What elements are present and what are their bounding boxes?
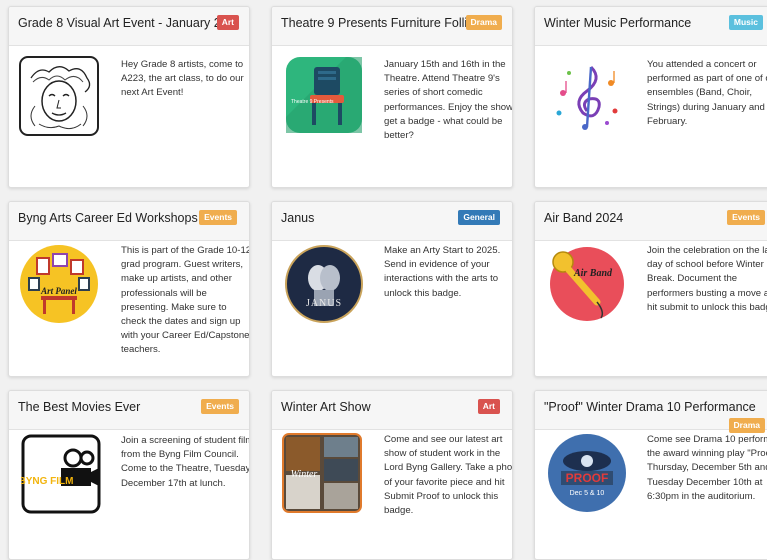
- card-header: Grade 8 Visual Art Event - January 23 Ar…: [9, 7, 249, 46]
- card-description: Hey Grade 8 artists, come to A223, the a…: [121, 59, 244, 99]
- card-description: Come and see our latest art show of stud…: [384, 434, 513, 517]
- card-description: Make an Arty Start to 2025. Send in evid…: [384, 245, 501, 299]
- microphone-icon: Air Band: [545, 242, 625, 322]
- card-description: Come see Drama 10 perform the award winn…: [647, 434, 767, 502]
- janus-statue-icon: JANUS: [284, 244, 364, 324]
- category-badge: Events: [199, 210, 237, 225]
- card-title: Byng Arts Career Ed Workshops: [18, 211, 198, 225]
- card-description: This is part of the Grade 10-12 grad pro…: [121, 245, 250, 356]
- winter-collage-icon: Winter: [282, 433, 362, 513]
- card-title: Theatre 9 Presents Furniture Follies: [281, 16, 481, 30]
- card-title: Grade 8 Visual Art Event - January 23: [18, 16, 228, 30]
- chair-icon-caption: Theatre 9 Presents: [291, 99, 334, 105]
- janus-caption: JANUS: [306, 298, 342, 309]
- badge-card-proof-drama[interactable]: "Proof" Winter Drama 10 Performance Dram…: [534, 390, 767, 560]
- badge-card-theatre9[interactable]: Theatre 9 Presents Furniture Follies Dra…: [271, 6, 513, 188]
- card-description: Join a screening of student films from t…: [121, 435, 250, 489]
- art-panel-caption: Art Panel: [40, 286, 77, 296]
- winter-caption: Winter: [291, 469, 318, 480]
- card-title: "Proof" Winter Drama 10 Performance: [544, 400, 756, 414]
- chair-theatre-icon: Theatre 9 Presents: [284, 55, 364, 135]
- card-title: Winter Art Show: [281, 400, 371, 414]
- card-header: "Proof" Winter Drama 10 Performance Dram…: [535, 391, 767, 433]
- treble-clef-icon: [547, 53, 627, 133]
- art-panel-icon: Art Panel: [19, 244, 99, 324]
- category-badge: Art: [216, 15, 239, 30]
- category-badge: General: [458, 210, 500, 225]
- card-description: Join the celebration on the last day of …: [647, 245, 767, 313]
- card-header: Janus General: [272, 202, 512, 241]
- proof-eye-icon: PROOF Dec 5 & 10: [547, 433, 627, 513]
- card-title: Air Band 2024: [544, 211, 624, 225]
- category-badge: Art: [477, 399, 500, 414]
- hand-drawn-face-art-icon: [19, 56, 99, 136]
- proof-dates-caption: Dec 5 & 10: [570, 490, 605, 497]
- card-title: Winter Music Performance: [544, 16, 692, 30]
- card-header: Winter Art Show Art: [272, 391, 512, 430]
- badge-card-winter-music[interactable]: Winter Music Performance Music You atten…: [534, 6, 767, 188]
- card-header: Theatre 9 Presents Furniture Follies Dra…: [272, 7, 512, 46]
- category-badge: Drama: [465, 15, 502, 30]
- badge-card-career-ed[interactable]: Byng Arts Career Ed Workshops Events Art…: [8, 201, 250, 377]
- card-header: The Best Movies Ever Events: [9, 391, 249, 430]
- badge-card-janus[interactable]: Janus General JANUS Make an Arty Start t…: [271, 201, 513, 377]
- badge-card-winter-art-show[interactable]: Winter Art Show Art Winter Come and see …: [271, 390, 513, 560]
- card-description: You attended a concert or performed as p…: [647, 59, 767, 127]
- proof-caption: PROOF: [566, 471, 609, 485]
- film-camera-icon: BYNG FILM: [21, 434, 101, 514]
- category-badge: Events: [727, 210, 765, 225]
- card-title: The Best Movies Ever: [18, 400, 141, 414]
- category-badge: Music: [728, 15, 763, 30]
- card-header: Winter Music Performance Music: [535, 7, 767, 46]
- badge-card-best-movies[interactable]: The Best Movies Ever Events BYNG FILM Jo…: [8, 390, 250, 560]
- badge-card-grade8-art[interactable]: Grade 8 Visual Art Event - January 23 Ar…: [8, 6, 250, 188]
- air-band-caption: Air Band: [573, 268, 613, 279]
- card-header: Byng Arts Career Ed Workshops Events: [9, 202, 249, 241]
- card-description: January 15th and 16th in the Theatre. At…: [384, 59, 513, 142]
- category-badge: Events: [201, 399, 239, 414]
- badge-card-air-band[interactable]: Air Band 2024 Events Air Band Join the c…: [534, 201, 767, 377]
- card-title: Janus: [281, 211, 315, 225]
- byng-film-caption: BYNG FILM: [21, 476, 74, 487]
- card-header: Air Band 2024 Events: [535, 202, 767, 241]
- category-badge: Drama: [728, 418, 765, 433]
